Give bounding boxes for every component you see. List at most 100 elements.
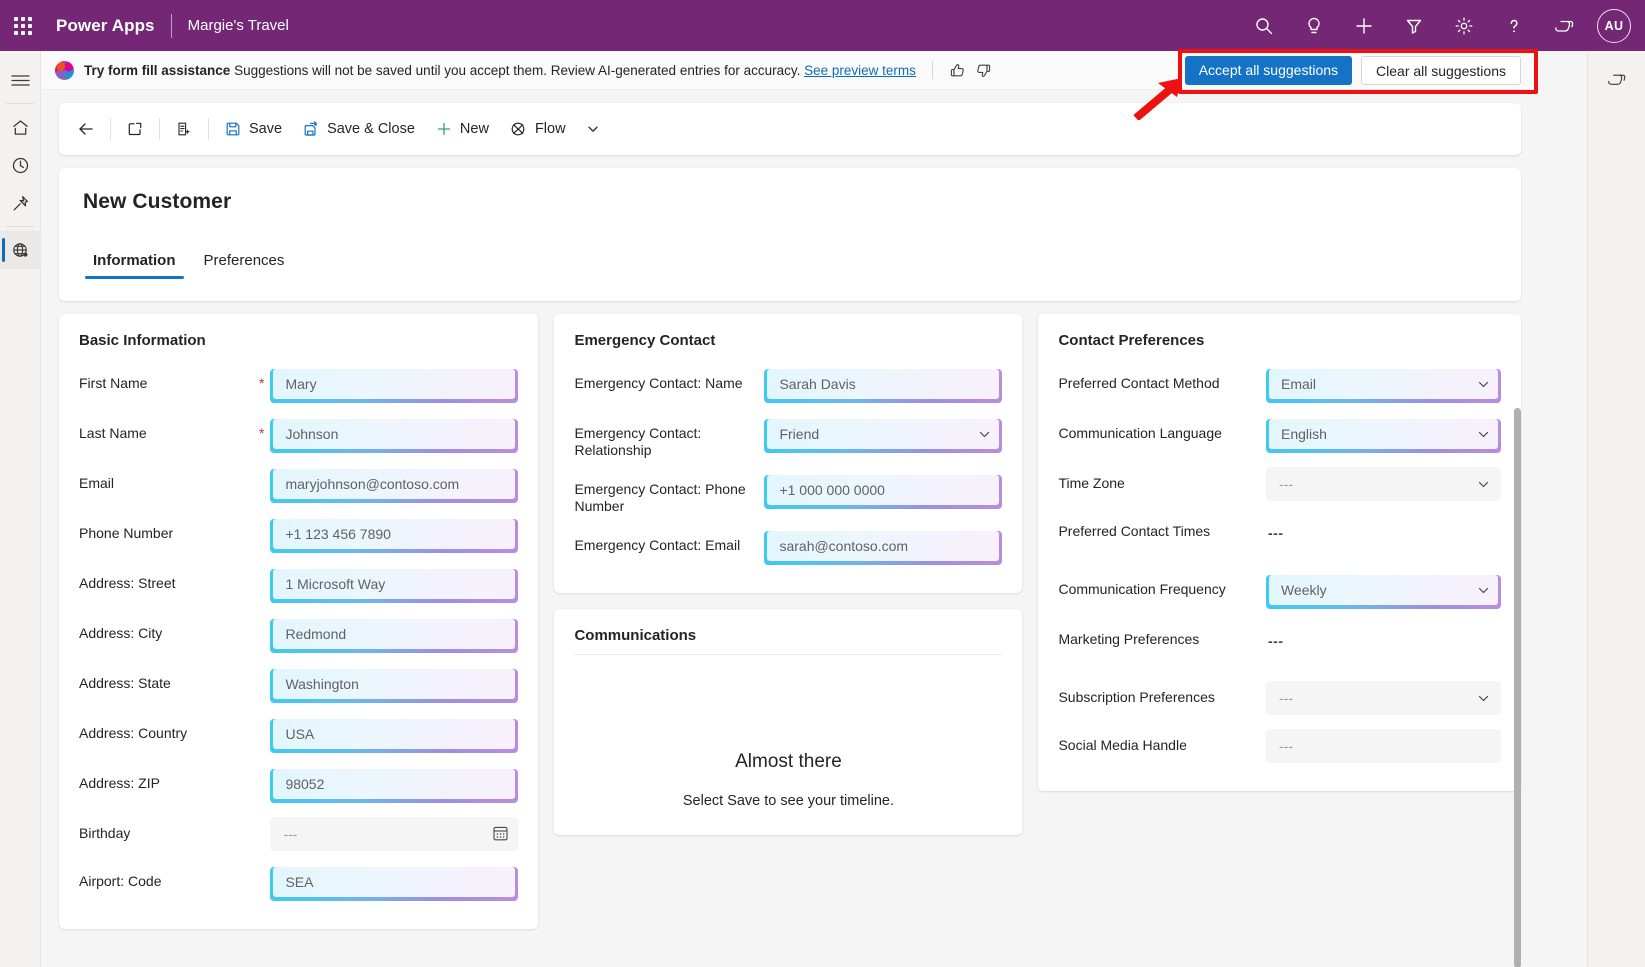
- field-control[interactable]: Email: [1266, 367, 1501, 403]
- sidebar-item-site-map[interactable]: [0, 231, 41, 269]
- new-button[interactable]: New: [425, 111, 499, 147]
- communication-language-select[interactable]: English: [1266, 419, 1501, 453]
- input-value: Weekly: [1269, 575, 1498, 605]
- section-communications: Communications Almost there Select Save …: [554, 609, 1022, 835]
- accept-all-suggestions-button[interactable]: Accept all suggestions: [1185, 56, 1352, 85]
- save-button[interactable]: Save: [214, 111, 292, 147]
- address-city-input[interactable]: Redmond: [270, 619, 518, 653]
- phone-number-input[interactable]: +1 123 456 7890: [270, 519, 518, 553]
- copilot-panel-icon[interactable]: [1597, 61, 1637, 97]
- form-fill-assist-button[interactable]: [165, 111, 203, 147]
- field-control[interactable]: Johnson: [270, 417, 518, 453]
- field-label: Address: City: [79, 617, 259, 642]
- hamburger-menu-icon[interactable]: [0, 61, 41, 99]
- address-zip-input[interactable]: 98052: [270, 769, 518, 803]
- field-control[interactable]: ---: [1266, 467, 1501, 501]
- preferred-contact-method-select[interactable]: Email: [1266, 369, 1501, 403]
- field-control[interactable]: ---: [270, 817, 518, 851]
- command-divider-2: [159, 118, 160, 140]
- field-control[interactable]: maryjohnson@contoso.com: [270, 467, 518, 503]
- field-control[interactable]: ---: [1266, 729, 1501, 763]
- field-control[interactable]: Redmond: [270, 617, 518, 653]
- emergency-contact-phone-input[interactable]: +1 000 000 0000: [764, 475, 1002, 509]
- field-control[interactable]: sarah@contoso.com: [764, 529, 1002, 565]
- address-state-input[interactable]: Washington: [270, 669, 518, 703]
- emergency-contact-name-input[interactable]: Sarah Davis: [764, 369, 1002, 403]
- field-control[interactable]: ---: [1266, 681, 1501, 715]
- plus-icon[interactable]: [1339, 0, 1389, 51]
- avatar[interactable]: AU: [1597, 9, 1631, 43]
- brand-title[interactable]: Power Apps: [56, 16, 155, 36]
- flow-button[interactable]: Flow: [499, 111, 576, 147]
- social-media-handle-input[interactable]: ---: [1266, 729, 1501, 763]
- last-name-input[interactable]: Johnson: [270, 419, 518, 453]
- field-control[interactable]: SEA: [270, 865, 518, 901]
- lightbulb-icon[interactable]: [1289, 0, 1339, 51]
- subscription-preferences-select[interactable]: ---: [1266, 681, 1501, 715]
- communication-frequency-select[interactable]: Weekly: [1266, 575, 1501, 609]
- app-launcher-icon[interactable]: [0, 0, 46, 51]
- gear-icon[interactable]: [1439, 0, 1489, 51]
- field-label: Birthday: [79, 817, 259, 842]
- field-control[interactable]: Friend: [764, 417, 1002, 453]
- field-communication-frequency: Communication Frequency Weekly: [1058, 573, 1501, 609]
- more-commands-chevron-icon[interactable]: [576, 111, 610, 147]
- input-value: Email: [1269, 369, 1498, 399]
- search-icon[interactable]: [1239, 0, 1289, 51]
- sidebar-item-home[interactable]: [0, 108, 41, 146]
- field-first-name: First Name * Mary: [79, 367, 518, 403]
- back-button[interactable]: [67, 111, 105, 147]
- clear-all-suggestions-button[interactable]: Clear all suggestions: [1361, 56, 1521, 85]
- thumbs-down-icon[interactable]: [971, 57, 997, 83]
- app-name[interactable]: Margie's Travel: [188, 17, 289, 34]
- thumbs-up-icon[interactable]: [945, 57, 971, 83]
- sidebar-item-pinned[interactable]: [0, 184, 41, 222]
- copilot-icon[interactable]: [1539, 0, 1589, 51]
- emergency-contact-email-input[interactable]: sarah@contoso.com: [764, 531, 1002, 565]
- field-social-media-handle: Social Media Handle ---: [1058, 729, 1501, 763]
- airport-code-input[interactable]: SEA: [270, 867, 518, 901]
- field-control[interactable]: ---: [1266, 623, 1501, 649]
- filter-icon[interactable]: [1389, 0, 1439, 51]
- first-name-input[interactable]: Mary: [270, 369, 518, 403]
- field-control[interactable]: +1 000 000 0000: [764, 473, 1002, 509]
- see-preview-terms-link[interactable]: See preview terms: [804, 63, 916, 78]
- sidebar-item-recent[interactable]: [0, 146, 41, 184]
- birthday-input[interactable]: ---: [270, 817, 518, 851]
- field-control[interactable]: +1 123 456 7890: [270, 517, 518, 553]
- field-label: Email: [79, 467, 259, 492]
- time-zone-select[interactable]: ---: [1266, 467, 1501, 501]
- field-control[interactable]: 98052: [270, 767, 518, 803]
- field-control[interactable]: USA: [270, 717, 518, 753]
- field-label: Communication Frequency: [1058, 573, 1258, 598]
- save-and-close-button[interactable]: Save & Close: [292, 111, 425, 147]
- input-value: ---: [283, 826, 297, 842]
- banner-message: Try form fill assistance Suggestions wil…: [84, 63, 916, 78]
- field-last-name: Last Name * Johnson: [79, 417, 518, 453]
- column-basic-information: Basic Information First Name * Mary Last…: [59, 314, 538, 929]
- emergency-contact-relationship-select[interactable]: Friend: [764, 419, 1002, 453]
- field-control[interactable]: Washington: [270, 667, 518, 703]
- input-value: SEA: [273, 867, 515, 897]
- field-label: Address: ZIP: [79, 767, 259, 792]
- email-input[interactable]: maryjohnson@contoso.com: [270, 469, 518, 503]
- help-icon[interactable]: [1489, 0, 1539, 51]
- marketing-preferences-value[interactable]: ---: [1266, 623, 1501, 649]
- vertical-scrollbar[interactable]: [1514, 408, 1521, 967]
- address-country-input[interactable]: USA: [270, 719, 518, 753]
- input-value: +1 000 000 0000: [767, 475, 999, 505]
- tab-information[interactable]: Information: [83, 248, 186, 279]
- popout-button[interactable]: [116, 111, 154, 147]
- field-control[interactable]: Weekly: [1266, 573, 1501, 609]
- tab-preferences[interactable]: Preferences: [194, 248, 295, 279]
- field-label: Preferred Contact Method: [1058, 367, 1258, 392]
- address-street-input[interactable]: 1 Microsoft Way: [270, 569, 518, 603]
- field-control[interactable]: ---: [1266, 515, 1501, 541]
- field-control[interactable]: English: [1266, 417, 1501, 453]
- field-control[interactable]: 1 Microsoft Way: [270, 567, 518, 603]
- section-basic-information: Basic Information First Name * Mary Last…: [59, 314, 538, 929]
- field-control[interactable]: Mary: [270, 367, 518, 403]
- preferred-contact-times-value[interactable]: ---: [1266, 515, 1501, 541]
- input-value: English: [1269, 419, 1498, 449]
- field-control[interactable]: Sarah Davis: [764, 367, 1002, 403]
